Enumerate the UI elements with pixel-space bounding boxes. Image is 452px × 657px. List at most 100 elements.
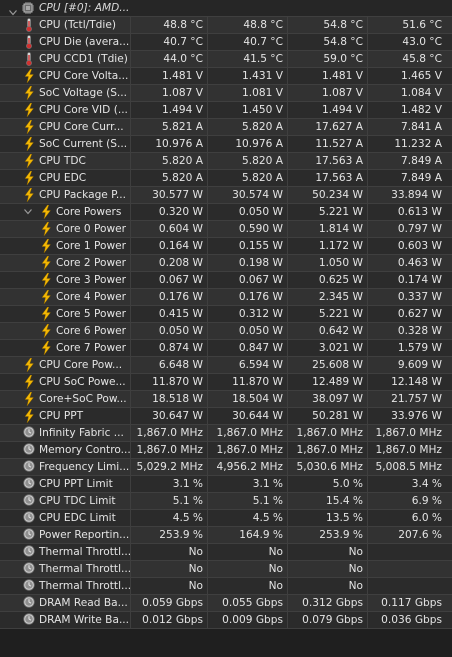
sensor-row[interactable]: CPU (Tctl/Tdie) 48.8 °C 48.8 °C 54.8 °C 51.6…: [0, 17, 452, 34]
sensor-row[interactable]: Thermal Throttl... No No No: [0, 544, 452, 561]
sensor-row[interactable]: Core 2 Power 0.208 W 0.198 W 1.050 W 0.463 W: [0, 255, 452, 272]
maximum-value: 17.563 A: [287, 170, 367, 186]
minimum-value: 0.176 W: [207, 289, 287, 305]
sensor-label-cell: CPU PPT: [0, 408, 130, 424]
average-value: [367, 561, 452, 577]
sensor-label-cell: CPU Core Volta...: [0, 68, 130, 84]
sensor-row[interactable]: SoC Current (S... 10.976 A 10.976 A 11.527 …: [0, 136, 452, 153]
sensor-row[interactable]: Core+SoC Pow... 18.518 W 18.504 W 38.097 W2…: [0, 391, 452, 408]
average-value: 0.613 W: [367, 204, 452, 220]
sensor-label: CPU Package P...: [39, 189, 127, 201]
sensor-row[interactable]: CPU Core Volta... 1.481 V 1.431 V 1.481 V 1.…: [0, 68, 452, 85]
sensor-row[interactable]: CPU EDC Limit 4.5 % 4.5 % 13.5 % 6.0 %: [0, 510, 452, 527]
maximum-value: 0.312 Gbps: [287, 595, 367, 611]
minimum-value: 5.820 A: [207, 153, 287, 169]
average-value: 12.148 W: [367, 374, 452, 390]
minimum-value: 40.7 °C: [207, 34, 287, 50]
sensor-row[interactable]: CPU CCD1 (Tdie) 44.0 °C 41.5 °C 59.0 °C 45.8…: [0, 51, 452, 68]
minimum-value: 30.644 W: [207, 408, 287, 424]
maximum-value: 1,867.0 MHz: [287, 442, 367, 458]
sensor-row[interactable]: CPU Core Curr... 5.821 A 5.820 A 17.627 A 7.…: [0, 119, 452, 136]
sensor-label-cell: Core 3 Power: [0, 272, 130, 288]
maximum-value: 2.345 W: [287, 289, 367, 305]
sensor-row[interactable]: Core 7 Power 0.874 W 0.847 W 3.021 W 1.579 W: [0, 340, 452, 357]
group-header-row[interactable]: CPU [#0]: AMD...: [0, 0, 452, 17]
sensor-row[interactable]: Power Reportin... 253.9 % 164.9 % 253.9 % 20…: [0, 527, 452, 544]
lightning-icon: [23, 119, 35, 135]
sensor-label-cell: Core 1 Power: [0, 238, 130, 254]
current-value: 1,867.0 MHz: [130, 442, 207, 458]
current-value: 11.870 W: [130, 374, 207, 390]
maximum-value: 0.625 W: [287, 272, 367, 288]
lightning-icon: [23, 391, 35, 407]
sensor-row[interactable]: DRAM Read Ba... 0.059 Gbps 0.055 Gbps 0.312…: [0, 595, 452, 612]
current-value: 10.976 A: [130, 136, 207, 152]
sensor-row[interactable]: Core 6 Power 0.050 W 0.050 W 0.642 W 0.328 W: [0, 323, 452, 340]
minimum-value: 18.504 W: [207, 391, 287, 407]
sensor-row[interactable]: CPU Package P... 30.577 W 30.574 W 50.234 W…: [0, 187, 452, 204]
sensor-label: CPU TDC: [39, 155, 86, 167]
sensor-label-cell: SoC Voltage (S...: [0, 85, 130, 101]
sensor-row[interactable]: Thermal Throttl... No No No: [0, 561, 452, 578]
sensor-row[interactable]: CPU PPT Limit 3.1 % 3.1 % 5.0 % 3.4 %: [0, 476, 452, 493]
minimum-value: 1,867.0 MHz: [207, 442, 287, 458]
maximum-value: 5,030.6 MHz: [287, 459, 367, 475]
minimum-value: 1,867.0 MHz: [207, 425, 287, 441]
current-value: 30.577 W: [130, 187, 207, 203]
sensor-row[interactable]: Memory Contro... 1,867.0 MHz 1,867.0 MHz 1,…: [0, 442, 452, 459]
sensor-label: Core 4 Power: [56, 291, 127, 303]
minimum-value: 4,956.2 MHz: [207, 459, 287, 475]
current-value: 5.821 A: [130, 119, 207, 135]
sensor-label: DRAM Write Ba...: [39, 614, 130, 626]
sensor-row[interactable]: Thermal Throttl... No No No: [0, 578, 452, 595]
current-value: 0.012 Gbps: [130, 612, 207, 628]
current-value: 5.820 A: [130, 153, 207, 169]
sensor-label: Thermal Throttl...: [39, 563, 130, 575]
sensor-row[interactable]: Core 5 Power 0.415 W 0.312 W 5.221 W 0.627 W: [0, 306, 452, 323]
sensor-row[interactable]: Core 3 Power 0.067 W 0.067 W 0.625 W 0.174 W: [0, 272, 452, 289]
sensor-row[interactable]: CPU TDC Limit 5.1 % 5.1 % 15.4 % 6.9 %: [0, 493, 452, 510]
current-value: 0.604 W: [130, 221, 207, 237]
clock-icon: [23, 443, 35, 455]
minimum-value: 0.312 W: [207, 306, 287, 322]
lightning-icon: [40, 340, 52, 356]
sensor-row[interactable]: Core 0 Power 0.604 W 0.590 W 1.814 W 0.797 W: [0, 221, 452, 238]
sensor-row[interactable]: Core 4 Power 0.176 W 0.176 W 2.345 W 0.337 W: [0, 289, 452, 306]
sensor-row[interactable]: CPU PPT 30.647 W 30.644 W 50.281 W 33.976 W: [0, 408, 452, 425]
collapse-chevron-icon[interactable]: [9, 5, 17, 16]
sensor-row[interactable]: CPU EDC 5.820 A 5.820 A 17.563 A 7.849 A: [0, 170, 452, 187]
sensor-label: Core 5 Power: [56, 308, 127, 320]
sensor-label-cell: DRAM Read Ba...: [0, 595, 130, 611]
sensor-row[interactable]: CPU TDC 5.820 A 5.820 A 17.563 A 7.849 A: [0, 153, 452, 170]
average-value: 0.337 W: [367, 289, 452, 305]
sensor-row[interactable]: CPU Core Pow... 6.648 W 6.594 W 25.608 W 9.6…: [0, 357, 452, 374]
sensor-label-cell: CPU EDC: [0, 170, 130, 186]
sensor-label-cell: CPU PPT Limit: [0, 476, 130, 492]
sensor-label: Core+SoC Pow...: [39, 393, 127, 405]
average-value: 1,867.0 MHz: [367, 442, 452, 458]
sensor-row[interactable]: CPU SoC Powe... 11.870 W 11.870 W 12.489 W1…: [0, 374, 452, 391]
sensor-row[interactable]: CPU Core VID (... 1.494 V 1.450 V 1.494 V 1.…: [0, 102, 452, 119]
current-value: 0.164 W: [130, 238, 207, 254]
sensor-label: DRAM Read Ba...: [39, 597, 128, 609]
average-value: 0.627 W: [367, 306, 452, 322]
sensor-label: CPU Core Volta...: [39, 70, 129, 82]
maximum-value: 5.221 W: [287, 204, 367, 220]
sensor-row[interactable]: Infinity Fabric ... 1,867.0 MHz 1,867.0 MH…: [0, 425, 452, 442]
sensor-row[interactable]: Frequency Limi... 5,029.2 MHz 4,956.2 MHz 5…: [0, 459, 452, 476]
average-value: 11.232 A: [367, 136, 452, 152]
minimum-value: 0.055 Gbps: [207, 595, 287, 611]
sensor-row[interactable]: CPU Die (avera... 40.7 °C 40.7 °C 54.8 °C 43…: [0, 34, 452, 51]
sensor-label-cell: SoC Current (S...: [0, 136, 130, 152]
maximum-value: 0.079 Gbps: [287, 612, 367, 628]
average-value: 3.4 %: [367, 476, 452, 492]
sensor-row[interactable]: Core Powers 0.320 W 0.050 W 5.221 W 0.613 W: [0, 204, 452, 221]
average-value: 7.849 A: [367, 153, 452, 169]
group-header-cell[interactable]: CPU [#0]: AMD...: [0, 0, 452, 16]
sensor-row[interactable]: Core 1 Power 0.164 W 0.155 W 1.172 W 0.603 W: [0, 238, 452, 255]
average-value: 1.579 W: [367, 340, 452, 356]
average-value: 0.328 W: [367, 323, 452, 339]
sensor-row[interactable]: SoC Voltage (S... 1.087 V 1.081 V 1.087 V 1.…: [0, 85, 452, 102]
sensor-row[interactable]: DRAM Write Ba... 0.012 Gbps 0.009 Gbps 0.07…: [0, 612, 452, 629]
sensor-label-cell: Power Reportin...: [0, 527, 130, 543]
